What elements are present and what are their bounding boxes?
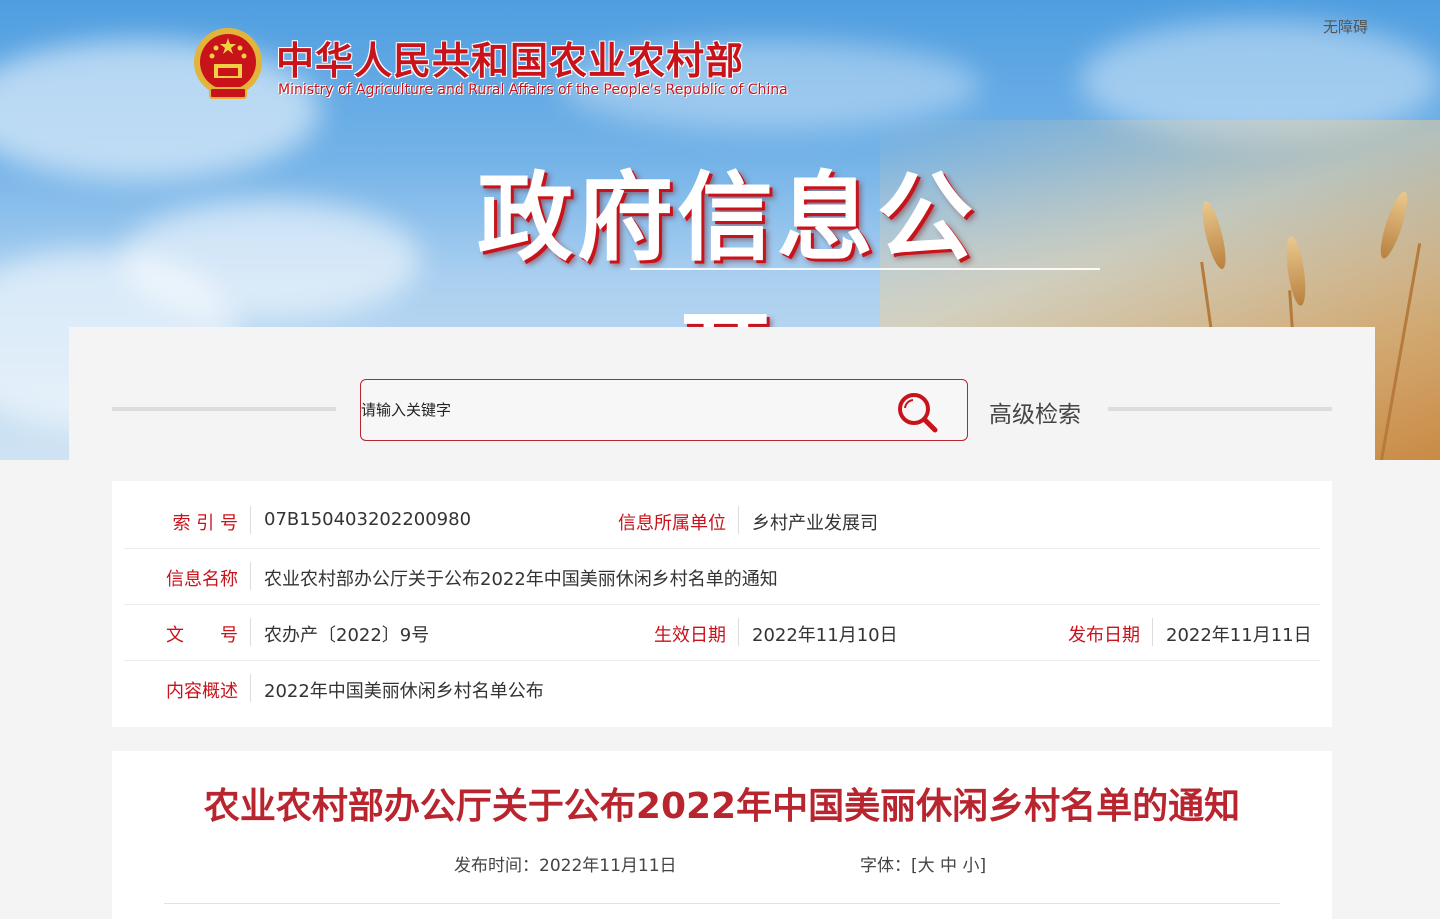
site-logo-chinese[interactable]: 中华人民共和国农业农村部 [276,30,744,85]
font-medium-button[interactable]: 中 [940,856,957,876]
info-row: 信息名称 农业农村部办公厅关于公布2022年中国美丽休闲乡村名单的通知 [124,549,1320,605]
font-size-label: 字体： [860,856,911,876]
row-separator [250,506,251,534]
search-icon[interactable] [895,390,939,434]
accessibility-link[interactable]: 无障碍 [1323,16,1368,37]
info-name-label: 信息名称 [166,569,238,590]
row-separator [250,674,251,702]
info-name-value: 农业农村部办公厅关于公布2022年中国美丽休闲乡村名单的通知 [264,569,778,590]
row-separator [250,562,251,590]
row-separator [1152,618,1153,646]
article-title: 农业农村部办公厅关于公布2022年中国美丽休闲乡村名单的通知 [203,786,1241,827]
row-separator [250,618,251,646]
cloud-decoration [0,40,320,180]
summary-value: 2022年中国美丽休闲乡村名单公布 [264,681,544,702]
search-input[interactable] [361,380,881,440]
publish-date-value: 2022年11月11日 [1166,625,1312,646]
unit-label: 信息所属单位 [618,513,726,534]
publish-date-label: 发布日期 [1068,625,1140,646]
doc-number-value: 农办产〔2022〕9号 [264,625,430,646]
search-box [360,379,968,441]
doc-number-label: 文 号 [166,625,238,646]
row-separator [738,506,739,534]
index-number-label: 索 引 号 [172,513,238,534]
search-bar: 高级检索 [69,379,1375,441]
search-side-line [1108,407,1332,411]
bracket: ] [979,856,987,876]
info-row: 索 引 号 07B150403202200980 信息所属单位 乡村产业发展司 [124,493,1320,549]
effective-date-value: 2022年11月10日 [752,625,898,646]
index-number-value: 07B150403202200980 [264,509,472,530]
title-divider [630,268,1100,270]
article-publish-time: 发布时间：2022年11月11日 [454,851,677,876]
article-divider [164,903,1280,904]
info-metadata-card: 索 引 号 07B150403202200980 信息所属单位 乡村产业发展司 … [112,481,1332,727]
font-large-button[interactable]: 大 [918,856,935,876]
summary-label: 内容概述 [166,681,238,702]
publish-time-value: 2022年11月11日 [539,856,677,876]
search-side-line [112,407,336,411]
site-logo-english[interactable]: Ministry of Agriculture and Rural Affair… [278,82,788,98]
publish-time-label: 发布时间： [454,856,539,876]
row-separator [738,618,739,646]
font-small-button[interactable]: 小 [962,856,979,876]
advanced-search-link[interactable]: 高级检索 [989,395,1081,429]
font-size-controls: 字体：[大 中 小] [860,851,986,876]
national-emblem-icon [194,28,262,99]
info-row: 内容概述 2022年中国美丽休闲乡村名单公布 [124,661,1320,717]
unit-value: 乡村产业发展司 [752,513,878,534]
article-card: 农业农村部办公厅关于公布2022年中国美丽休闲乡村名单的通知 发布时间：2022… [112,751,1332,919]
bracket: [ [911,856,918,876]
info-row: 文 号 农办产〔2022〕9号 生效日期 2022年11月10日 发布日期 20… [124,605,1320,661]
main-panel: 高级检索 索 引 号 07B150403202200980 信息所属单位 乡村产… [69,327,1375,919]
effective-date-label: 生效日期 [654,625,726,646]
